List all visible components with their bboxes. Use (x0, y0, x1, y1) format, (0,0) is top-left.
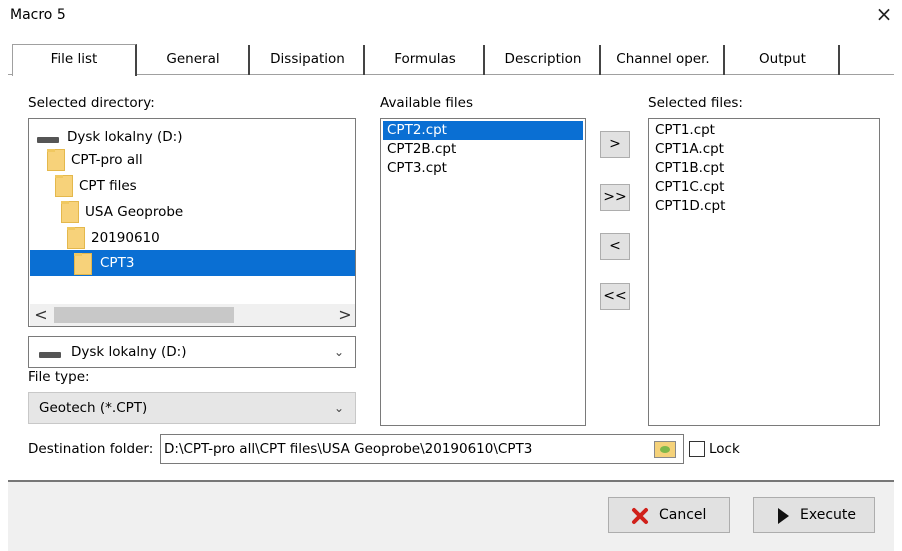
selected-files-label: Selected files: (648, 95, 743, 111)
list-item[interactable]: CPT2B.cpt (383, 140, 583, 159)
tree-item-label: Dysk lokalny (D:) (67, 129, 183, 145)
scroll-left-button[interactable]: < (30, 304, 52, 326)
file-type-label: File type: (28, 369, 90, 385)
tab-channel-oper[interactable]: Channel oper. (603, 45, 725, 75)
scroll-thumb[interactable] (54, 307, 234, 323)
tree-item-label: USA Geoprobe (85, 204, 184, 220)
destination-folder-input[interactable]: D:\CPT-pro all\CPT files\USA Geoprobe\20… (160, 434, 684, 464)
tree-item-drive[interactable]: Dysk lokalny (D:) (35, 125, 335, 149)
available-files-label: Available files (380, 95, 473, 111)
cancel-icon (632, 508, 648, 524)
drive-select-value: Dysk lokalny (D:) (71, 344, 187, 360)
tree-item-usa-geoprobe[interactable]: USA Geoprobe (61, 200, 355, 224)
available-files-list[interactable]: CPT2.cpt CPT2B.cpt CPT3.cpt (380, 118, 586, 426)
folder-icon (55, 175, 73, 197)
file-type-select[interactable]: Geotech (*.CPT) ⌄ (28, 392, 356, 424)
drive-icon (37, 137, 59, 143)
browse-folder-icon[interactable] (654, 441, 676, 458)
remove-button[interactable]: < (600, 233, 630, 260)
cancel-button[interactable]: Cancel (608, 497, 730, 533)
selected-directory-label: Selected directory: (28, 95, 155, 111)
add-all-button[interactable]: >> (600, 184, 630, 211)
list-item[interactable]: CPT1B.cpt (651, 159, 877, 178)
drive-icon (39, 352, 61, 358)
tab-output[interactable]: Output (727, 45, 840, 75)
play-icon (778, 508, 789, 524)
directory-tree[interactable]: Dysk lokalny (D:) CPT-pro all CPT files … (28, 118, 356, 327)
list-item[interactable]: CPT3.cpt (383, 159, 583, 178)
list-item[interactable]: CPT2.cpt (383, 121, 583, 140)
tab-file-list[interactable]: File list (12, 44, 137, 76)
list-item[interactable]: CPT1A.cpt (651, 140, 877, 159)
drive-select[interactable]: Dysk lokalny (D:) ⌄ (28, 336, 356, 368)
destination-folder-label: Destination folder: (28, 441, 154, 457)
chevron-down-icon: ⌄ (333, 345, 345, 359)
cancel-label: Cancel (659, 507, 707, 523)
tree-item-label: CPT files (79, 178, 137, 194)
tree-horizontal-scrollbar[interactable]: < > (30, 304, 355, 326)
tab-general[interactable]: General (138, 45, 250, 75)
execute-label: Execute (800, 507, 856, 523)
lock-label: Lock (709, 441, 740, 457)
execute-button[interactable]: Execute (753, 497, 875, 533)
list-item[interactable]: CPT1C.cpt (651, 178, 877, 197)
tree-item-label: CPT3 (100, 255, 135, 271)
title-bar (0, 0, 902, 30)
folder-icon (47, 149, 65, 171)
file-type-value: Geotech (*.CPT) (39, 400, 148, 416)
folder-icon (67, 227, 85, 249)
chevron-down-icon: ⌄ (333, 401, 345, 415)
tree-item-label: 20190610 (91, 230, 160, 246)
tab-formulas[interactable]: Formulas (367, 45, 485, 75)
remove-all-button[interactable]: << (600, 283, 630, 310)
selected-files-list[interactable]: CPT1.cpt CPT1A.cpt CPT1B.cpt CPT1C.cpt C… (648, 118, 880, 426)
tree-item-label: CPT-pro all (71, 152, 143, 168)
tab-dissipation[interactable]: Dissipation (252, 45, 365, 75)
tree-item-cpt-files[interactable]: CPT files (55, 174, 355, 198)
scroll-right-button[interactable]: > (334, 304, 355, 326)
folder-icon (61, 201, 79, 223)
list-item[interactable]: CPT1D.cpt (651, 197, 877, 216)
list-item[interactable]: CPT1.cpt (651, 121, 877, 140)
add-button[interactable]: > (600, 131, 630, 158)
folder-icon (74, 253, 92, 275)
tree-item-cpt3[interactable]: CPT3 (30, 250, 355, 276)
tree-item-20190610[interactable]: 20190610 (67, 226, 355, 250)
close-icon[interactable]: × (872, 3, 896, 25)
lock-checkbox[interactable] (689, 441, 705, 457)
tab-description[interactable]: Description (487, 45, 601, 75)
tree-item-cpt-pro-all[interactable]: CPT-pro all (47, 148, 347, 172)
window-title: Macro 5 (10, 7, 66, 23)
